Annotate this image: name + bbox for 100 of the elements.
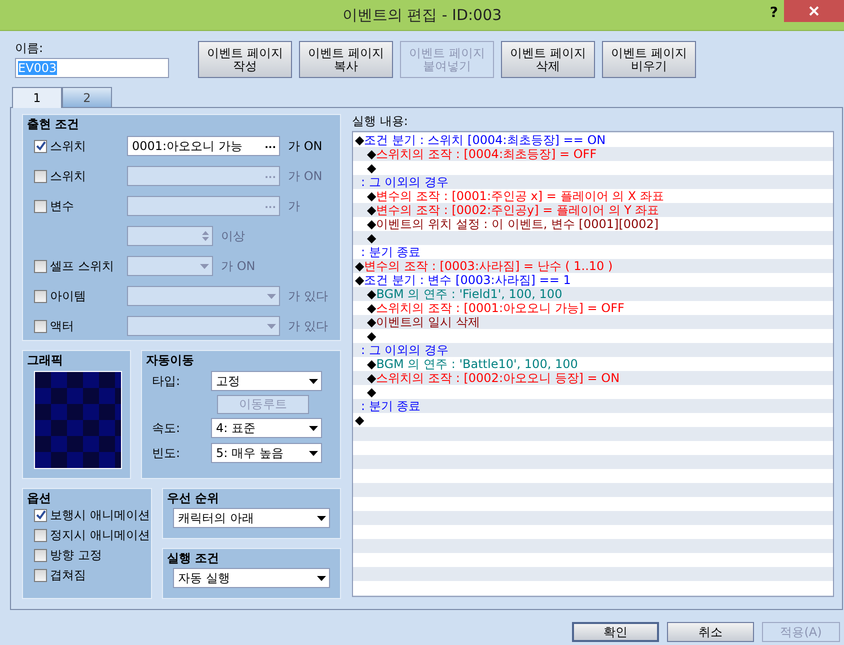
checkbox[interactable] [34, 320, 47, 332]
tab[interactable]: 1 [12, 87, 62, 108]
checkbox-label: 변수 [50, 198, 74, 214]
check-icon [36, 510, 46, 520]
dropdown[interactable]: 캐릭터의 아래 [173, 508, 330, 528]
bullet-icon: ◆ [367, 371, 376, 385]
tab[interactable]: 2 [62, 87, 112, 107]
dropdown-arrow-icon [317, 516, 326, 520]
suffix-label: 가 있다 [288, 318, 328, 334]
group-title: 옵션 [26, 490, 52, 505]
command-text[interactable]: 조건 분기 : 변수 [0003:사라짐] == 1 [364, 273, 571, 287]
bullet-icon: ◆ [367, 385, 376, 399]
dropdown-arrow-icon [309, 378, 318, 384]
command-text[interactable]: 변수의 조작 : [0001:주인공 x] = 플레이어 의 X 좌표 [376, 189, 664, 203]
suffix-label: 가 ON [288, 138, 322, 154]
window-title: 이벤트의 편집 - ID:003 [342, 6, 502, 24]
checkbox[interactable] [34, 508, 47, 522]
checkbox-label: 스위치 [50, 168, 86, 184]
checkbox[interactable] [34, 548, 47, 562]
field-label: 타입: [152, 372, 182, 390]
command-list[interactable] [352, 131, 834, 597]
dropdown-arrow-icon [317, 576, 326, 580]
command-text[interactable]: : 분기 종료 [361, 399, 421, 413]
dropdown[interactable] [127, 316, 280, 336]
command-text[interactable]: 조건 분기 : 스위치 [0004:최초등장] == ON [364, 133, 606, 147]
suffix-label: 이상 [221, 228, 245, 244]
list-label: 실행 내용: [352, 114, 409, 128]
suffix-label: 가 [288, 198, 300, 214]
page-button[interactable]: 이벤트 페이지 삭제 [501, 41, 595, 78]
dropdown-arrow-icon [267, 324, 276, 328]
name-label: 이름: [15, 41, 44, 55]
command-text[interactable]: 이벤트의 일시 삭제 [376, 315, 480, 329]
bullet-icon: ◆ [367, 315, 376, 329]
checkbox-label: 셀프 스위치 [50, 258, 114, 274]
checkbox-label: 보행시 애니메이션 [50, 506, 150, 524]
field-label: 빈도: [152, 444, 182, 462]
checkbox[interactable] [34, 528, 47, 542]
picker-field[interactable]: 0001:아오오니 가능 ... [127, 136, 280, 156]
dropdown-arrow-icon [309, 450, 318, 456]
dropdown[interactable]: 고정 [211, 371, 322, 391]
checkbox-label: 방향 고정 [50, 546, 102, 564]
group-title: 그래픽 [26, 352, 64, 367]
command-text[interactable]: 스위치의 조작 : [0001:아오오니 가능] = OFF [376, 301, 624, 315]
dropdown-arrow-icon [309, 426, 318, 430]
suffix-label: 가 ON [288, 168, 322, 184]
group-title: 출현 조건 [26, 116, 80, 131]
command-text[interactable]: : 그 이외의 경우 [361, 343, 448, 357]
command-text[interactable]: BGM 의 연주 : 'Battle10', 100, 100 [376, 357, 578, 371]
close-button[interactable] [784, 0, 844, 22]
field-label: 속도: [152, 420, 182, 436]
checkbox[interactable] [34, 568, 47, 582]
bullet-icon: ◆ [367, 217, 376, 231]
bullet-icon: ◆ [367, 147, 376, 161]
checkbox[interactable] [34, 200, 47, 212]
bullet-icon: ◆ [367, 161, 376, 175]
page-button[interactable]: 이벤트 페이지 작성 [198, 41, 292, 78]
bullet-icon: ◆ [367, 301, 376, 315]
bullet-icon: ◆ [355, 273, 364, 287]
close-icon [809, 6, 819, 16]
checkbox[interactable] [34, 260, 47, 272]
selected-text: EV003 [18, 61, 57, 75]
dialog-button[interactable]: 취소 [667, 622, 754, 642]
command-text[interactable]: : 분기 종료 [361, 245, 421, 259]
ellipsis-button[interactable]: ... [264, 141, 276, 151]
checkbox[interactable] [34, 140, 47, 152]
page-button[interactable]: 이벤트 페이지 비우기 [602, 41, 696, 78]
checkbox-label: 겹쳐짐 [50, 566, 86, 584]
group-title: 자동이동 [145, 352, 195, 367]
suffix-label: 가 있다 [288, 288, 328, 304]
suffix-label: 가 ON [221, 258, 256, 274]
bullet-icon: ◆ [367, 189, 376, 203]
checkbox-label: 정지시 애니메이션 [50, 526, 150, 544]
group-title: 우선 순위 [166, 490, 220, 505]
dropdown[interactable]: 5: 매우 높음 [211, 443, 322, 463]
check-icon [36, 141, 46, 151]
bullet-icon: ◆ [355, 413, 364, 427]
command-text[interactable]: 이벤트의 위치 설정 : 이 이벤트, 변수 [0001][0002] [376, 217, 659, 231]
dropdown-arrow-icon [200, 264, 209, 268]
dropdown[interactable] [127, 286, 280, 306]
help-button[interactable]: ? [766, 5, 782, 21]
spinner-arrows-icon [202, 230, 209, 242]
checkbox-label: 액터 [50, 318, 74, 334]
command-text[interactable]: : 그 이외의 경우 [361, 175, 448, 189]
bullet-icon: ◆ [355, 133, 364, 147]
command-text[interactable]: BGM 의 연주 : 'Field1', 100, 100 [376, 287, 562, 301]
checkbox[interactable] [34, 290, 47, 302]
bullet-icon: ◆ [367, 203, 376, 217]
dropdown[interactable]: 자동 실행 [173, 568, 330, 588]
dropdown[interactable]: 4: 표준 [211, 418, 322, 438]
page-button[interactable]: 이벤트 페이지 복사 [299, 41, 393, 78]
dialog-button[interactable]: 확인 [572, 622, 659, 642]
group-title: 실행 조건 [166, 550, 220, 565]
checkbox-label: 아이템 [50, 288, 86, 304]
bullet-icon: ◆ [367, 329, 376, 343]
bullet-icon: ◆ [367, 357, 376, 371]
bullet-icon: ◆ [367, 231, 376, 245]
dropdown[interactable] [127, 256, 213, 276]
dropdown-arrow-icon [267, 294, 276, 298]
checkbox[interactable] [34, 170, 47, 182]
checkbox-label: 스위치 [50, 138, 86, 154]
